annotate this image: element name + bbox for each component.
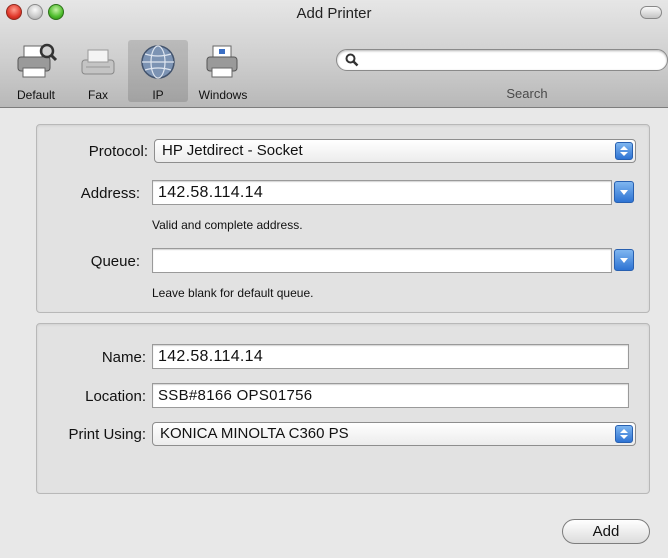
chevron-down-icon [620, 258, 628, 263]
toolbar-item-ip[interactable]: IP [128, 40, 188, 102]
default-printer-icon [0, 40, 72, 84]
protocol-label: Protocol: [88, 143, 148, 160]
location-label: Location: [85, 388, 146, 405]
window-title: Add Printer [296, 5, 372, 22]
toolbar-item-fax[interactable]: Fax [70, 40, 126, 102]
up-down-arrows-icon [615, 425, 633, 443]
toolbar-toggle-button[interactable] [640, 6, 662, 19]
print-using-value: KONICA MINOLTA C360 PS [160, 425, 349, 442]
title-bar: Add Printer Default Fax IP Windows Searc… [0, 0, 668, 108]
address-combo-button[interactable] [614, 181, 634, 203]
toolbar-item-default[interactable]: Default [0, 40, 72, 102]
chevron-down-icon [620, 190, 628, 195]
queue-combo-button[interactable] [614, 249, 634, 271]
protocol-select[interactable]: HP Jetdirect - Socket [154, 139, 636, 163]
search-icon [345, 53, 359, 72]
queue-field[interactable] [152, 248, 612, 273]
toolbar-item-label: IP [152, 88, 164, 102]
queue-label: Queue: [90, 253, 140, 270]
up-down-arrows-icon [615, 142, 633, 160]
windows-printer-icon [190, 40, 256, 84]
toolbar-item-label: Default [16, 88, 56, 102]
toolbar-item-windows[interactable]: Windows [190, 40, 256, 102]
fax-icon [70, 40, 126, 84]
name-label: Name: [101, 349, 146, 366]
toolbar-item-label: Fax [87, 88, 108, 102]
add-button[interactable]: Add [562, 519, 650, 544]
print-using-select[interactable]: KONICA MINOLTA C360 PS [152, 422, 636, 446]
print-using-label: Print Using: [68, 426, 146, 443]
toolbar-item-label: Windows [198, 88, 248, 102]
location-field[interactable]: SSB#8166 OPS01756 [152, 383, 629, 408]
ip-globe-icon [128, 40, 188, 84]
address-label: Address: [80, 185, 140, 202]
name-field[interactable]: 142.58.114.14 [152, 344, 629, 369]
address-hint: Valid and complete address. [152, 218, 303, 232]
search-label: Search [506, 86, 548, 101]
protocol-value: HP Jetdirect - Socket [162, 142, 303, 159]
search-input[interactable] [336, 49, 668, 71]
address-field[interactable]: 142.58.114.14 [152, 180, 612, 205]
queue-hint: Leave blank for default queue. [152, 286, 314, 300]
